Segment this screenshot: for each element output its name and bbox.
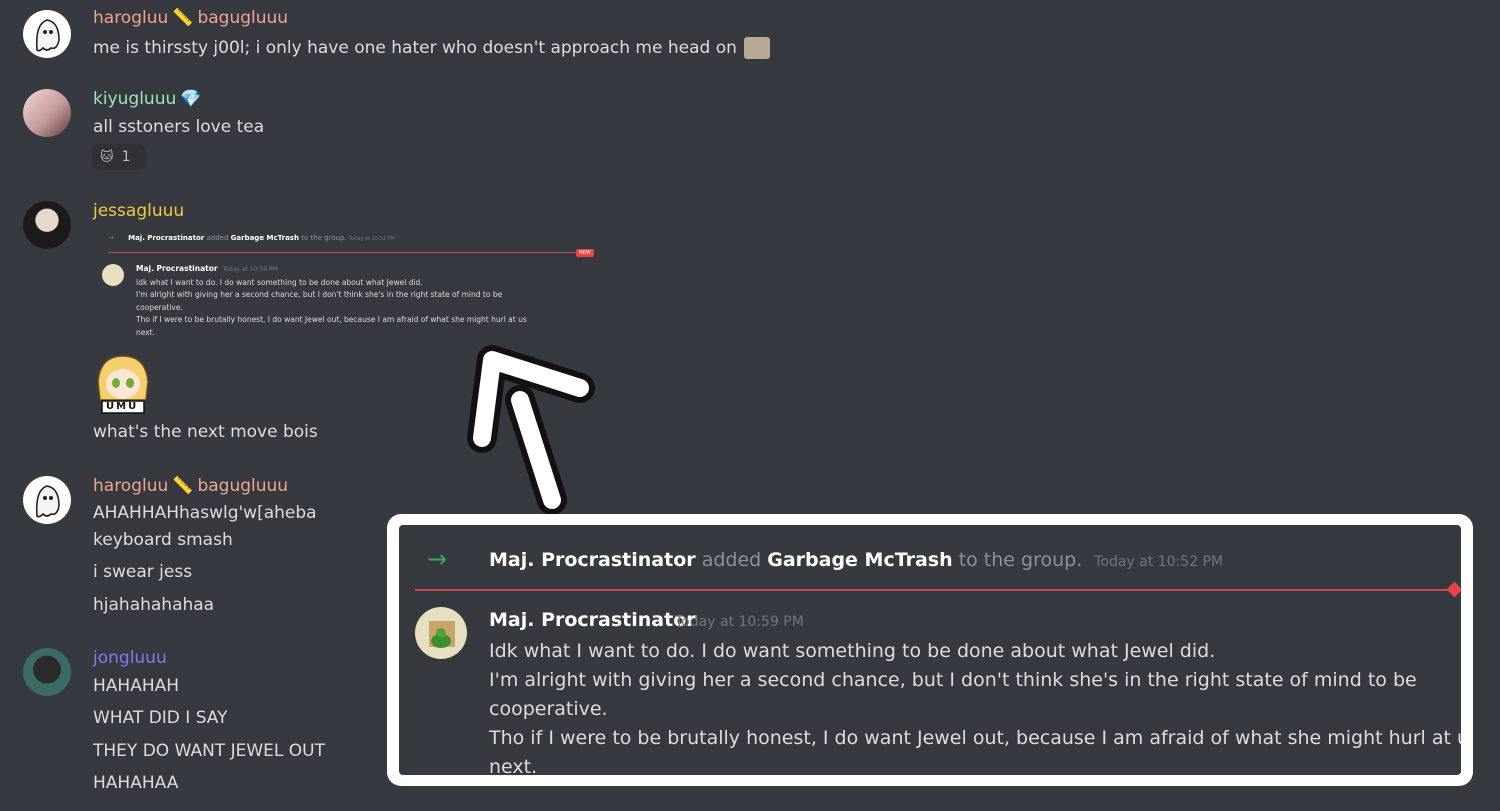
timestamp: Today at 10:59 PM [675, 614, 804, 630]
turtle-avatar-icon [102, 264, 124, 286]
ruler-icon: 📏 [172, 476, 194, 496]
new-messages-divider [108, 252, 578, 253]
turtle-avatar-icon [429, 621, 455, 648]
timestamp: Today at 10:52 PM [348, 236, 395, 242]
zoomed-chat-panel: → Maj. Procrastinator added Garbage McTr… [399, 525, 1461, 775]
system-verb: added [701, 549, 762, 571]
new-messages-divider [415, 589, 1455, 591]
message-text: THEY DO WANT JEWEL OUT [93, 741, 325, 761]
embed-line: I'm alright with giving her a second cha… [136, 290, 503, 299]
username-part[interactable]: bagugluuu [197, 476, 288, 496]
system-suffix: to the group. [301, 234, 347, 242]
system-actor[interactable]: Maj. Procrastinator [489, 549, 696, 571]
timestamp: Today at 10:52 PM [1094, 554, 1224, 570]
message-text: all sstoners love tea [93, 117, 265, 137]
sticker-image[interactable]: UMU [92, 352, 154, 414]
system-suffix: to the group. [958, 549, 1083, 571]
message-text: AHAHHAHhaswlg'w[aheba [93, 503, 317, 523]
message-author[interactable]: Maj. Procrastinator [489, 609, 696, 631]
message-text: what's the next move bois [93, 422, 318, 442]
embed-line: Idk what I want to do. I do want somethi… [136, 277, 423, 287]
avatar[interactable] [23, 10, 71, 58]
system-verb: added [206, 234, 229, 242]
system-target: Garbage McTrash [230, 234, 299, 242]
username-part[interactable]: harogluu [93, 476, 168, 496]
message-line: next. [489, 756, 538, 775]
gem-icon: 💎 [180, 89, 202, 109]
arrow-right-icon: → [108, 234, 114, 242]
username-part[interactable]: harogluu [93, 8, 168, 28]
timestamp: Today at 10:59 PM [222, 266, 278, 273]
message-line: Tho if I were to be brutally honest, I d… [489, 727, 1461, 749]
ruler-icon: 📏 [172, 8, 194, 28]
avatar[interactable] [23, 476, 71, 524]
message-line: cooperative. [489, 698, 608, 720]
reaction-count: 1 [121, 149, 131, 165]
message-line: I'm alright with giving her a second cha… [489, 669, 1417, 691]
message-text: keyboard smash [93, 530, 233, 550]
message-text: Idk what I want to do. I do want somethi… [489, 637, 1461, 775]
cat-icon: 🐱 [100, 149, 114, 165]
system-message: → Maj. Procrastinator added Garbage McTr… [108, 234, 395, 242]
ghost-avatar-icon [35, 19, 60, 52]
message-text: me is thirssty j00l; i only have one hat… [93, 37, 771, 59]
embed-line: Tho if I were to be brutally honest, I d… [136, 315, 527, 324]
message-text: HAHAHAA [93, 773, 179, 793]
inline-emoji-icon [744, 37, 771, 59]
username-part[interactable]: bagugluuu [197, 8, 288, 28]
username[interactable]: kiyugluuu 💎 [93, 89, 205, 109]
reaction-button[interactable]: 🐱 1 [92, 144, 146, 170]
system-message: Maj. Procrastinator added Garbage McTras… [489, 549, 1223, 571]
message-line: Idk what I want to do. I do want somethi… [489, 640, 1216, 662]
arrow-up-left-icon [467, 345, 595, 515]
new-badge: NEW [576, 249, 594, 257]
message-text: WHAT DID I SAY [93, 708, 228, 728]
username[interactable]: jongluuu [93, 648, 167, 668]
embed-author: Maj. Procrastinator [136, 264, 218, 273]
avatar[interactable] [23, 89, 71, 137]
zoomed-screenshot-callout: → Maj. Procrastinator added Garbage McTr… [387, 514, 1473, 786]
username[interactable]: harogluu 📏 bagugluuu [93, 476, 288, 496]
arrow-right-icon: → [427, 545, 448, 573]
username[interactable]: harogluu 📏 bagugluuu [93, 8, 288, 28]
system-target[interactable]: Garbage McTrash [767, 549, 952, 571]
ghost-avatar-icon [35, 485, 60, 518]
avatar[interactable] [23, 648, 71, 696]
username[interactable]: jessagluuu [93, 201, 184, 221]
new-marker-icon [1446, 581, 1461, 598]
avatar[interactable] [23, 201, 71, 249]
embedded-message: Maj. Procrastinator Today at 10:59 PM Idk… [136, 263, 527, 339]
system-actor: Maj. Procrastinator [128, 234, 205, 242]
embed-line: cooperative. [136, 302, 183, 312]
message-text: hjahahahahaa [93, 595, 215, 615]
message-text: HAHAHAH [93, 676, 180, 696]
message-text: i swear jess [93, 562, 193, 582]
message-line: me is thirssty j00l; i only have one hat… [93, 38, 737, 58]
sticker-text: UMU [106, 401, 139, 412]
username-part[interactable]: kiyugluuu [93, 89, 176, 109]
avatar[interactable] [415, 607, 467, 659]
